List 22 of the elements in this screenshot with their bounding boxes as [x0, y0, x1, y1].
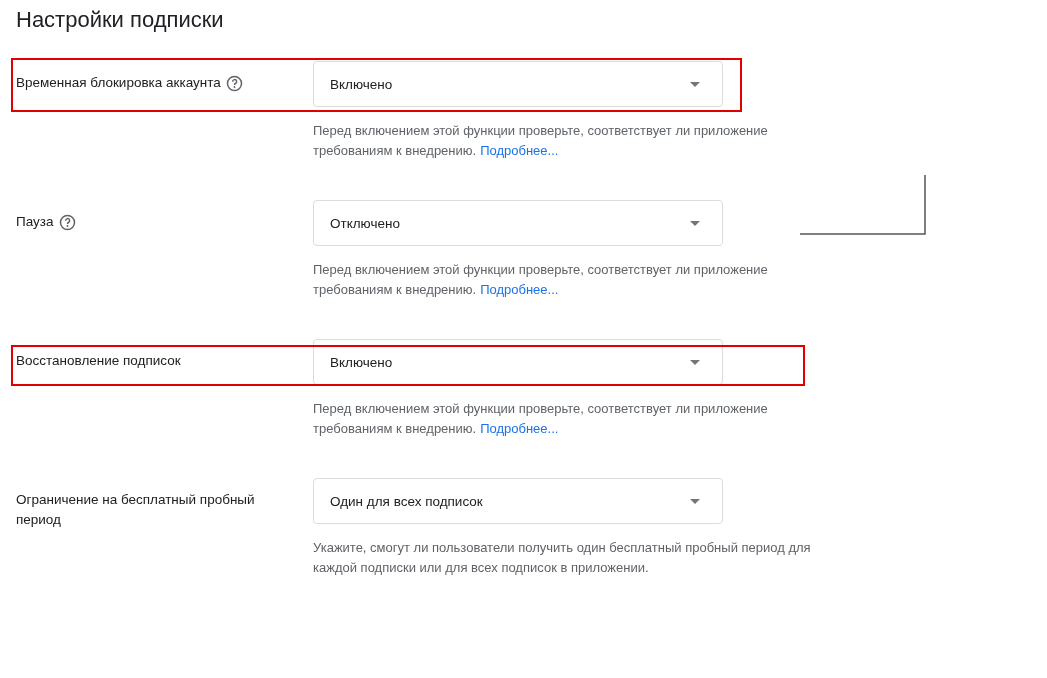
dropdown[interactable]: Один для всех подписок — [313, 478, 723, 524]
dropdown[interactable]: Включено — [313, 61, 723, 107]
more-link[interactable]: Подробнее... — [480, 143, 559, 158]
dropdown[interactable]: Отключено — [313, 200, 723, 246]
dropdown[interactable]: Включено — [313, 339, 723, 385]
setting-label: Пауза — [16, 213, 54, 231]
caret-icon — [690, 359, 700, 365]
page-title: Настройки подписки — [16, 6, 225, 34]
caret-icon — [690, 220, 700, 226]
hint-text: Перед включением этой функции проверьте, соответствует ли приложение требованиям к внедрению. Подробнее... — [313, 261, 769, 299]
hint-text: Перед включением этой функции проверьте, соответствует ли приложение требованиям к внедрению. Подробнее... — [313, 400, 769, 438]
setting-label: Восстановление подписок — [16, 352, 181, 370]
hint-text: Укажите, смогут ли пользователи получить один бесплатный пробный период для каждой подписки или для всех подписок в приложении. — [313, 539, 812, 577]
help-icon[interactable] — [225, 75, 243, 92]
caret-icon — [690, 498, 700, 504]
setting-label: Ограничение на бесплатный пробный период — [16, 491, 256, 529]
help-icon[interactable] — [58, 214, 76, 231]
caret-icon — [690, 81, 700, 87]
more-link[interactable]: Подробнее... — [480, 421, 559, 436]
more-link[interactable]: Подробнее... — [480, 282, 559, 297]
setting-label: Временная блокировка аккаунта — [16, 74, 221, 92]
hint-text: Перед включением этой функции проверьте, соответствует ли приложение требованиям к внедрению. Подробнее... — [313, 122, 769, 160]
